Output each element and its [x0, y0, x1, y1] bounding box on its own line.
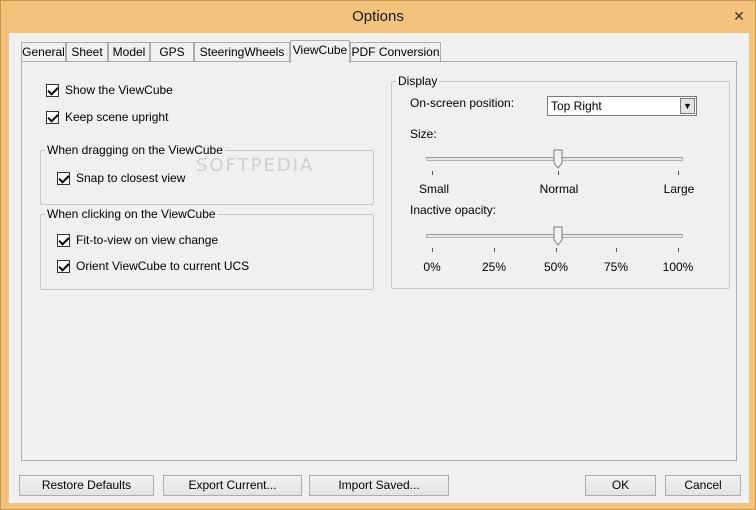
opacity-tick-75: 75%	[603, 260, 629, 274]
checkbox-checked[interactable]	[46, 110, 59, 124]
dragging-group-title: When dragging on the ViewCube	[45, 143, 225, 157]
size-slider-thumb[interactable]	[553, 149, 563, 169]
opacity-tick-50: 50%	[543, 260, 569, 274]
tab-sheet[interactable]: Sheet	[66, 42, 108, 62]
tab-steeringwheels[interactable]: SteeringWheels	[194, 42, 290, 62]
opacity-tick	[432, 248, 433, 252]
checkbox-checked[interactable]	[57, 259, 70, 273]
position-select[interactable]: Top Right ▼	[547, 96, 697, 116]
size-tick	[678, 171, 679, 175]
display-group-title: Display	[396, 74, 440, 88]
tab-pdf-conversion[interactable]: PDF Conversion	[350, 42, 441, 62]
opacity-tick-25: 25%	[481, 260, 507, 274]
show-viewcube-label: Show the ViewCube	[65, 83, 173, 97]
tab-viewcube[interactable]: ViewCube	[290, 40, 350, 63]
snap-checkbox[interactable]: Snap to closest view	[57, 171, 185, 185]
size-label: Size:	[410, 127, 437, 141]
opacity-tick	[556, 248, 557, 252]
orient-checkbox[interactable]: Orient ViewCube to current UCS	[57, 259, 249, 273]
checkbox-checked[interactable]	[57, 233, 70, 247]
snap-label: Snap to closest view	[76, 171, 186, 185]
orient-label: Orient ViewCube to current UCS	[76, 259, 250, 273]
display-group: Display On-screen position: Top Right ▼ …	[391, 74, 730, 289]
restore-defaults-button[interactable]: Restore Defaults	[19, 475, 154, 496]
clicking-group-title: When clicking on the ViewCube	[45, 207, 218, 221]
show-viewcube-checkbox[interactable]: Show the ViewCube	[46, 83, 173, 97]
position-select-value: Top Right	[551, 99, 602, 113]
opacity-tick-0: 0%	[423, 260, 441, 274]
viewcube-panel: SOFTPEDIA Show the ViewCube Keep scene u…	[21, 61, 737, 461]
title-bar[interactable]: Options ✕	[1, 1, 755, 33]
options-window: Options ✕ General Sheet Model GPS Steeri…	[0, 0, 756, 510]
keep-upright-label: Keep scene upright	[65, 110, 169, 124]
checkbox-checked[interactable]	[57, 171, 70, 185]
dialog-client: General Sheet Model GPS SteeringWheels V…	[9, 33, 749, 503]
opacity-tick	[678, 248, 679, 252]
opacity-label: Inactive opacity:	[410, 203, 497, 217]
size-tick-small: Small	[418, 182, 449, 196]
fit-to-view-label: Fit-to-view on view change	[76, 233, 219, 247]
close-icon[interactable]: ✕	[729, 6, 749, 26]
dragging-group: When dragging on the ViewCube Snap to cl…	[40, 143, 374, 205]
opacity-slider-thumb[interactable]	[553, 226, 563, 246]
window-title: Options	[352, 8, 404, 25]
clicking-group: When clicking on the ViewCube Fit-to-vie…	[40, 207, 374, 290]
tab-model[interactable]: Model	[108, 42, 150, 62]
checkbox-checked[interactable]	[46, 83, 59, 97]
opacity-tick	[616, 248, 617, 252]
ok-button[interactable]: OK	[585, 475, 656, 496]
fit-to-view-checkbox[interactable]: Fit-to-view on view change	[57, 233, 218, 247]
cancel-button[interactable]: Cancel	[665, 475, 741, 496]
import-saved-button[interactable]: Import Saved...	[309, 475, 449, 496]
size-tick-large: Large	[663, 182, 695, 196]
keep-upright-checkbox[interactable]: Keep scene upright	[46, 110, 168, 124]
size-tick	[432, 171, 433, 175]
export-current-button[interactable]: Export Current...	[163, 475, 302, 496]
position-label: On-screen position:	[410, 96, 515, 110]
tab-gps[interactable]: GPS	[150, 42, 194, 62]
opacity-tick	[494, 248, 495, 252]
chevron-down-icon[interactable]: ▼	[680, 98, 695, 114]
size-tick-normal: Normal	[539, 182, 579, 196]
opacity-tick-100: 100%	[662, 260, 694, 274]
tab-general[interactable]: General	[21, 42, 66, 62]
size-tick	[558, 171, 559, 175]
